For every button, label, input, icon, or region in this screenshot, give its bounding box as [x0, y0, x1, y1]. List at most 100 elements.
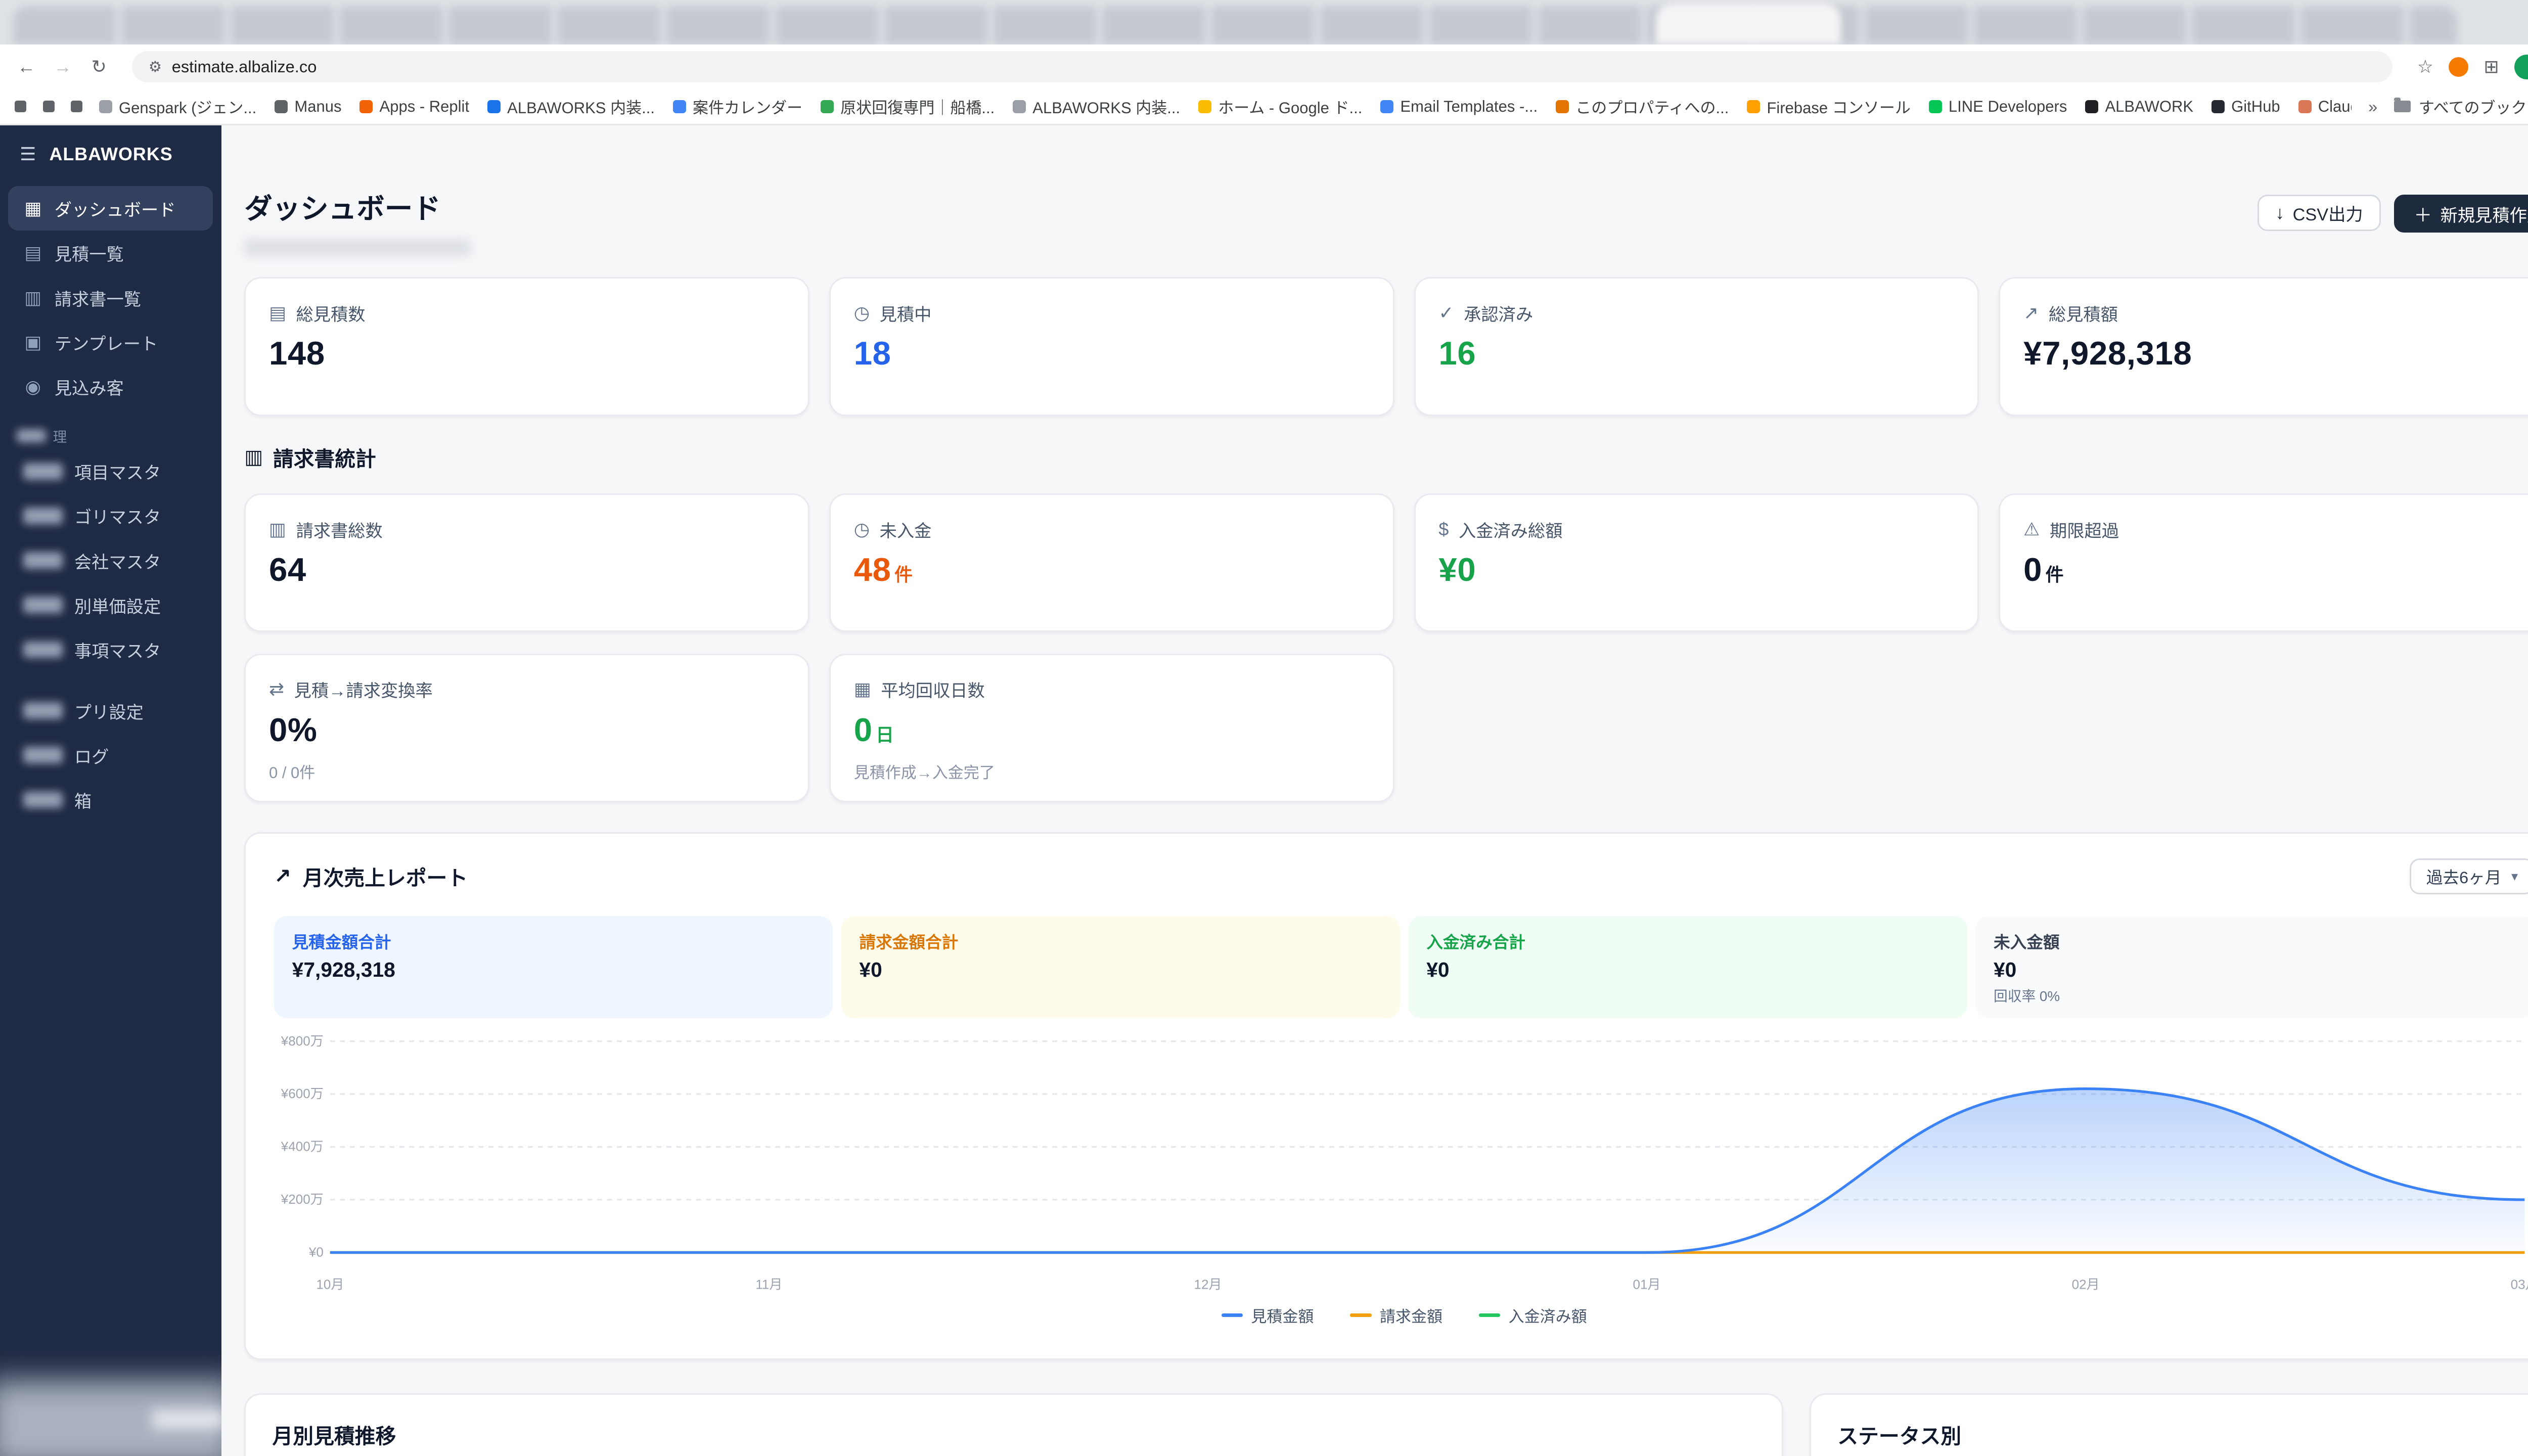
bookmark-favicon [821, 100, 834, 113]
site-settings-icon[interactable]: ⚙ [149, 58, 162, 76]
address-bar[interactable]: ⚙ estimate.albalize.co [132, 51, 2392, 83]
bookmark-item[interactable]: LINE Developers [1928, 98, 2067, 116]
monthly-report-card: ↗ 月次売上レポート 過去6ヶ月 ▾ 見積金額合計 ¥7,928,318 請求金… [244, 832, 2528, 1360]
legend-swatch [1221, 1313, 1243, 1317]
bookmark-item[interactable]: Claude [2298, 98, 2352, 116]
bookmark-favicon [2298, 100, 2312, 113]
all-bookmarks-button[interactable]: すべてのブックマーク [2394, 95, 2528, 118]
bookmark-favicon [1747, 100, 1760, 113]
stats-row-2: ▥ 請求書総数 64 ◷ 未入金 48 件 $ 入金済み総額 ¥0 ⚠ 期限超過… [244, 493, 2528, 632]
bookmark-favicon [2085, 100, 2099, 113]
stat-icon: ▦ [853, 678, 871, 700]
sidebar-item-masked[interactable]: 事項マスタ [8, 627, 213, 672]
sidebar-item-masked[interactable]: 箱 [8, 778, 213, 822]
sidebar-item[interactable]: ▤ 見積一覧 [8, 231, 213, 275]
brand-logo: ALBAWORKS [49, 143, 173, 164]
bookmark-favicon [99, 100, 112, 113]
stat-label: 見積→請求変換率 [294, 681, 433, 701]
sidebar-item[interactable]: ▣ テンプレート [8, 320, 213, 365]
bookmark-item[interactable]: ALBAWORKS 内装... [487, 95, 655, 118]
new-estimate-button[interactable]: ＋ 新規見積作成 [2394, 195, 2528, 233]
stat-value: ¥7,928,318 [2023, 335, 2192, 372]
back-icon[interactable]: ← [13, 56, 39, 77]
stat-label: 承認済み [1464, 305, 1533, 325]
sidebar-item[interactable]: ▥ 請求書一覧 [8, 276, 213, 320]
sidebar-item-masked[interactable]: プリ設定 [8, 689, 213, 733]
sidebar-item-masked[interactable]: 会社マスタ [8, 538, 213, 582]
bookmark-item[interactable]: Email Templates -... [1380, 98, 1538, 116]
sidebar-section-text: 理 [53, 429, 67, 445]
sidebar-item-label: 箱 [74, 792, 92, 811]
bookmark-item[interactable]: Manus [275, 98, 341, 116]
app-shortcut-icon[interactable] [71, 101, 83, 113]
redaction-blur [23, 641, 63, 658]
summary-value: ¥0 [859, 958, 882, 981]
monthly-estimate-trend-card: 月別見積推移 [244, 1393, 1783, 1456]
svg-text:03月: 03月 [2510, 1277, 2528, 1292]
sidebar-item[interactable]: ▦ ダッシュボード [8, 186, 213, 231]
bookmark-label: ALBAWORK [2105, 97, 2194, 115]
redaction-blur [16, 429, 47, 442]
stat-label: 総見積額 [2048, 305, 2118, 325]
stat-value: ¥0 [1438, 551, 1476, 588]
sidebar-item-label: 会社マスタ [74, 553, 161, 572]
invoice-icon: ▥ [244, 446, 263, 468]
sidebar-item-masked[interactable]: 項目マスタ [8, 449, 213, 493]
stat-label: 期限超過 [2049, 521, 2119, 541]
bookmark-favicon [275, 100, 288, 113]
bookmarks-overflow-icon[interactable]: » [2368, 97, 2377, 116]
summary-label: 請求金額合計 [859, 932, 959, 951]
bookmark-label: Manus [294, 97, 342, 115]
bookmark-favicon [672, 100, 686, 113]
bookmark-label: Genspark (ジェン... [118, 99, 257, 117]
bookmark-label: このプロパティへの... [1575, 99, 1729, 117]
bookmark-item[interactable]: ALBAWORKS 内装... [1013, 95, 1180, 118]
bookmark-favicon [487, 100, 501, 113]
svg-text:10月: 10月 [316, 1277, 344, 1292]
legend-item: 請求金額 [1350, 1304, 1442, 1327]
sidebar-item-masked[interactable]: 別単価設定 [8, 583, 213, 627]
svg-text:¥600万: ¥600万 [280, 1086, 323, 1102]
profile-avatar[interactable] [2514, 54, 2528, 79]
svg-text:¥400万: ¥400万 [280, 1139, 323, 1154]
bookmark-item[interactable]: このプロパティへの... [1556, 95, 1729, 118]
bookmark-star-icon[interactable]: ☆ [2412, 56, 2439, 77]
browser-tab-strip[interactable] [0, 0, 2528, 45]
bookmark-item[interactable]: 案件カレンダー [672, 95, 802, 118]
sidebar-item-label: プリ設定 [74, 703, 144, 722]
stat-label: 見積中 [879, 305, 932, 325]
sidebar-item-label: 事項マスタ [74, 642, 161, 661]
sidebar-item[interactable]: ◉ 見込み客 [8, 365, 213, 409]
forward-icon[interactable]: → [50, 56, 76, 77]
svg-text:¥0: ¥0 [308, 1245, 324, 1260]
bookmark-item[interactable]: Apps - Replit [359, 98, 469, 116]
csv-export-button[interactable]: ↓ CSV出力 [2257, 195, 2381, 231]
bookmark-item[interactable]: Genspark (ジェン... [99, 95, 256, 118]
hamburger-icon[interactable]: ☰ [20, 144, 36, 165]
date-range-select[interactable]: 過去6ヶ月 ▾ [2410, 858, 2528, 895]
bookmark-item[interactable]: 原状回復専門｜船橋... [821, 95, 995, 118]
stat-card: ◷ 見積中 18 [829, 277, 1394, 416]
redaction-blur [23, 791, 63, 808]
bookmark-item[interactable]: ホーム - Google ド... [1198, 95, 1362, 118]
bookmark-item[interactable]: ALBAWORK [2085, 98, 2193, 116]
sidebar-item-masked[interactable]: ゴリマスタ [8, 493, 213, 538]
app-shortcut-icon[interactable] [15, 101, 27, 113]
bookmark-item[interactable]: Firebase コンソール [1747, 95, 1911, 118]
extensions-puzzle-icon[interactable]: ⊞ [2478, 56, 2504, 77]
svg-text:01月: 01月 [1633, 1277, 1660, 1292]
svg-text:¥200万: ¥200万 [280, 1192, 323, 1207]
bookmark-label: ホーム - Google ド... [1218, 99, 1363, 117]
reload-icon[interactable]: ↻ [86, 56, 112, 77]
legend-swatch [1350, 1313, 1372, 1317]
bookmark-favicon [359, 100, 373, 113]
report-summary-strip: 見積金額合計 ¥7,928,318 請求金額合計 ¥0 入金済み合計 ¥0 未入… [274, 916, 2528, 1019]
app-shortcut-icon[interactable] [42, 101, 55, 113]
sidebar-item-masked[interactable]: ログ [8, 733, 213, 778]
extension-icon[interactable] [2448, 57, 2468, 77]
summary-value: ¥0 [1426, 958, 1450, 981]
bookmark-favicon [2211, 100, 2225, 113]
chevron-down-icon: ▾ [2511, 868, 2518, 884]
bookmark-item[interactable]: GitHub [2211, 98, 2280, 116]
chart-legend: 見積金額 請求金額 入金済み額 [274, 1304, 2528, 1327]
